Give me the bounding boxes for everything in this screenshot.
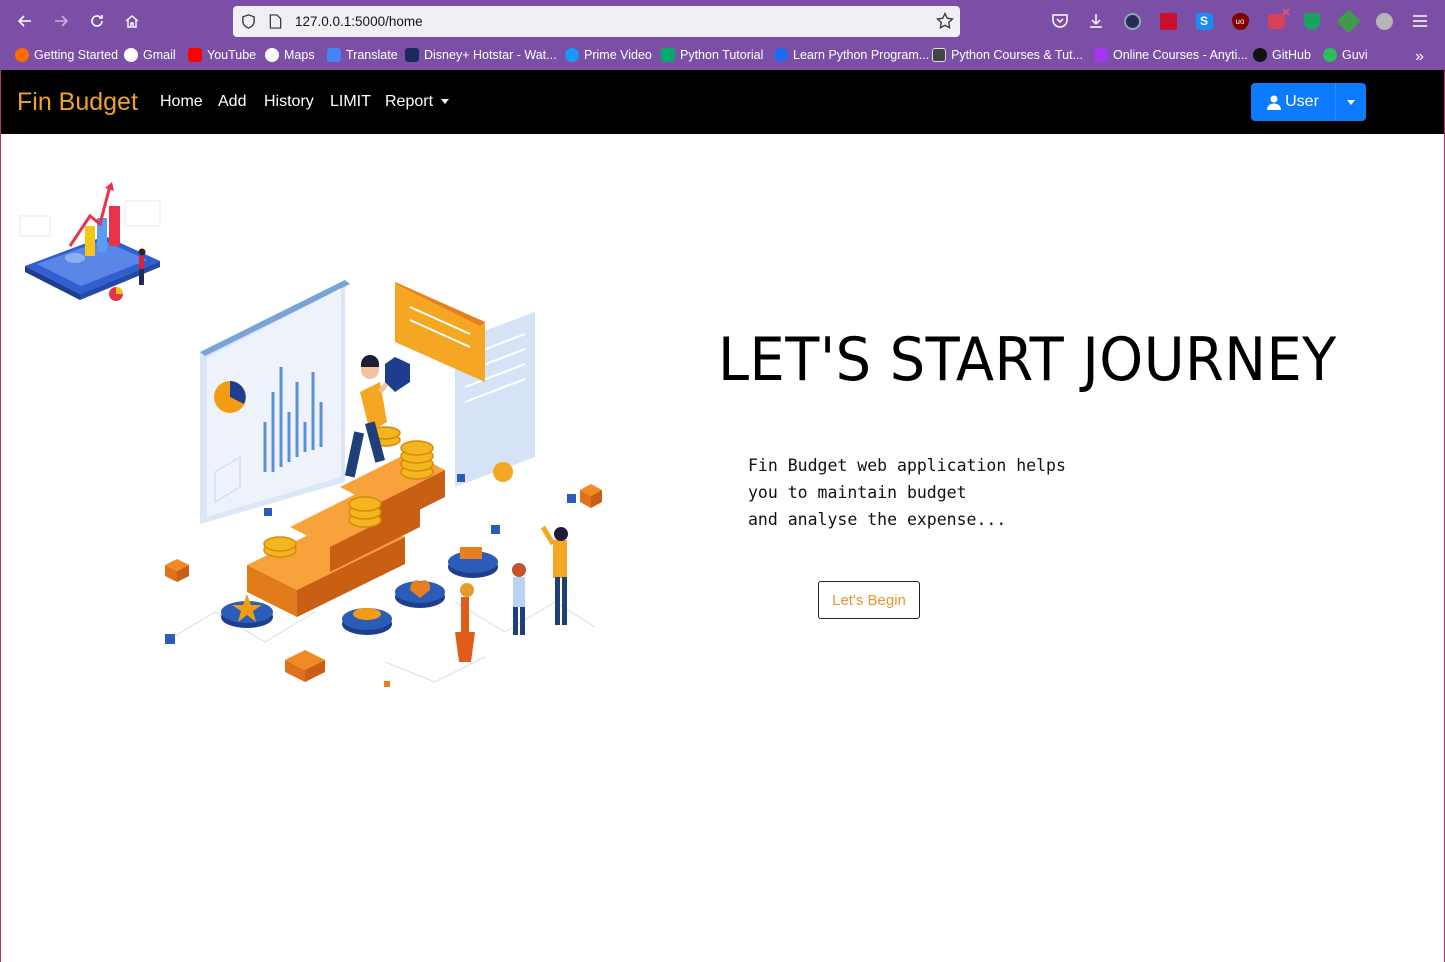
bookmarks-bar: Getting Started Gmail YouTube Maps Trans… — [0, 44, 1445, 68]
brand-logo[interactable]: Fin Budget — [17, 88, 138, 117]
extension-globe-icon[interactable] — [1122, 11, 1142, 31]
hero-description-line: you to maintain budget — [748, 483, 967, 502]
reload-button[interactable] — [85, 9, 109, 33]
home-icon — [125, 15, 139, 28]
github-icon — [1253, 48, 1267, 62]
pocket-icon[interactable] — [1050, 11, 1070, 31]
hero-title: LET'S START JOURNEY — [718, 325, 1337, 395]
nav-report-dropdown[interactable]: Report — [385, 93, 450, 111]
extension-pen-icon[interactable] — [1158, 11, 1178, 31]
bookmark-item[interactable]: Guvi — [1323, 48, 1368, 62]
hero-description-line: and analyse the expense... — [748, 510, 1007, 529]
extension-shield-green-icon[interactable] — [1302, 11, 1322, 31]
nav-limit[interactable]: LIMIT — [330, 93, 371, 111]
user-label: User — [1285, 93, 1319, 110]
extension-grammarly-icon[interactable] — [1374, 11, 1394, 31]
home-button[interactable] — [120, 9, 144, 33]
bookmark-item[interactable]: Online Courses - Anyti... — [1094, 48, 1248, 62]
bookmark-item[interactable]: Prime Video — [565, 48, 652, 62]
reload-icon — [91, 15, 103, 27]
firefox-icon — [15, 48, 29, 62]
ublock-icon[interactable]: uo — [1230, 11, 1250, 31]
url-bar[interactable]: 127.0.0.1:5000/home — [233, 6, 960, 37]
user-button[interactable]: User — [1251, 83, 1335, 121]
bookmark-item[interactable]: YouTube — [188, 48, 256, 62]
bookmark-item[interactable]: Python Courses & Tut... — [932, 48, 1083, 62]
back-button[interactable] — [13, 9, 37, 33]
bookmark-item[interactable]: Maps — [265, 48, 315, 62]
bookmark-item[interactable]: Getting Started — [15, 48, 118, 62]
bookmark-item[interactable]: GitHub — [1253, 48, 1311, 62]
lets-begin-button[interactable]: Let's Begin — [818, 581, 920, 619]
browser-toolbar: 127.0.0.1:5000/home S uo ✕ — [0, 0, 1445, 42]
caret-down-icon — [1347, 99, 1355, 105]
bookmark-item[interactable]: Disney+ Hotstar - Wat... — [405, 48, 557, 62]
shield-icon — [242, 14, 255, 29]
hotstar-icon — [405, 48, 419, 62]
download-icon[interactable] — [1086, 11, 1106, 31]
globe-icon — [265, 48, 279, 62]
finance-logo-illustration — [19, 182, 161, 301]
guvi-icon — [1323, 48, 1337, 62]
caret-down-icon — [441, 99, 450, 105]
url-text: 127.0.0.1:5000/home — [295, 14, 423, 29]
bookmarks-overflow-icon[interactable]: » — [1415, 48, 1424, 66]
page-icon — [269, 14, 282, 29]
hero-description-line: Fin Budget web application helps — [748, 456, 1066, 475]
finance-journey-illustration — [164, 280, 602, 687]
bookmark-item[interactable]: Python Tutorial — [661, 48, 763, 62]
forward-button[interactable] — [49, 9, 73, 33]
user-icon — [1267, 95, 1282, 110]
browser-chrome: 127.0.0.1:5000/home S uo ✕ Getting Start… — [0, 0, 1445, 70]
hero-description: Fin Budget web application helps you to … — [748, 452, 1066, 533]
bookmark-item[interactable]: Learn Python Program... — [774, 48, 929, 62]
google-icon — [124, 48, 138, 62]
navbar: Fin Budget Home Add History LIMIT Report… — [1, 70, 1444, 134]
forward-arrow-icon — [55, 15, 69, 27]
menu-icon[interactable] — [1410, 11, 1430, 31]
back-arrow-icon — [17, 15, 31, 27]
extension-map-icon[interactable] — [1335, 8, 1361, 34]
prime-video-icon — [565, 48, 579, 62]
user-menu-button[interactable]: User — [1251, 83, 1366, 121]
extension-s-icon[interactable]: S — [1194, 11, 1214, 31]
extension-red-icon[interactable]: ✕ — [1266, 7, 1291, 31]
nav-add[interactable]: Add — [218, 93, 246, 111]
user-dropdown-toggle[interactable] — [1335, 83, 1366, 121]
courses-icon — [932, 48, 946, 62]
programiz-icon — [774, 48, 788, 62]
nav-history[interactable]: History — [264, 93, 314, 111]
udemy-icon — [1094, 48, 1108, 62]
bookmark-star-icon[interactable] — [936, 12, 954, 30]
bookmark-item[interactable]: Gmail — [124, 48, 176, 62]
translate-icon — [327, 48, 341, 62]
bookmark-item[interactable]: Translate — [327, 48, 398, 62]
nav-home[interactable]: Home — [160, 93, 203, 111]
nav-report-label: Report — [385, 93, 434, 110]
w3schools-icon — [661, 48, 675, 62]
youtube-icon — [188, 48, 202, 62]
